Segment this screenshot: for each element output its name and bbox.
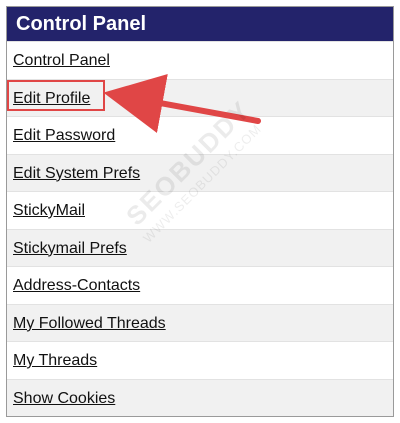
list-item: Address-Contacts <box>7 266 393 304</box>
menu-link-edit-system-prefs[interactable]: Edit System Prefs <box>13 165 140 182</box>
list-item: My Threads <box>7 341 393 379</box>
list-item: StickyMail <box>7 191 393 229</box>
control-panel-box: Control Panel Control Panel Edit Profile… <box>6 6 394 417</box>
menu-link-my-threads[interactable]: My Threads <box>13 352 97 369</box>
panel-header: Control Panel <box>7 7 393 41</box>
menu-link-show-cookies[interactable]: Show Cookies <box>13 390 115 407</box>
menu-link-edit-profile[interactable]: Edit Profile <box>13 90 90 107</box>
list-item: Edit Password <box>7 116 393 154</box>
list-item: Control Panel <box>7 41 393 79</box>
list-item: Edit Profile <box>7 78 393 116</box>
menu-link-my-followed-threads[interactable]: My Followed Threads <box>13 315 166 332</box>
menu-link-stickymail-prefs[interactable]: Stickymail Prefs <box>13 240 127 257</box>
list-item: Show Cookies <box>7 378 393 416</box>
list-item: My Followed Threads <box>7 303 393 341</box>
menu-link-stickymail[interactable]: StickyMail <box>13 202 85 219</box>
menu-link-control-panel[interactable]: Control Panel <box>13 52 110 69</box>
list-item: Edit System Prefs <box>7 153 393 191</box>
menu-link-address-contacts[interactable]: Address-Contacts <box>13 277 140 294</box>
menu-link-edit-password[interactable]: Edit Password <box>13 127 115 144</box>
menu-list: Control Panel Edit Profile Edit Password… <box>7 41 393 416</box>
list-item: Stickymail Prefs <box>7 228 393 266</box>
